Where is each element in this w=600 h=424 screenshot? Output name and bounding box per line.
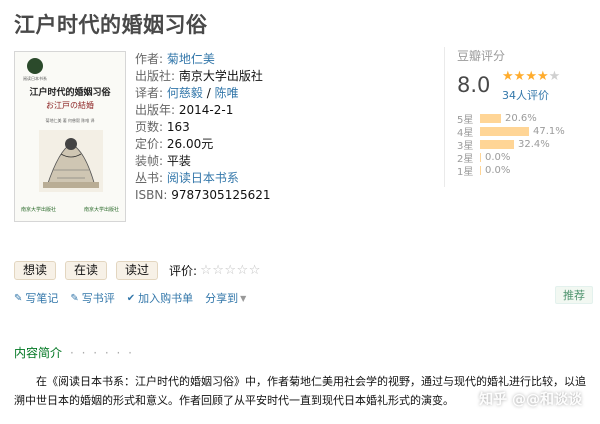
rating-bar-label: 1星	[457, 167, 474, 178]
rating-bar	[480, 114, 501, 123]
info-label: 出版年:	[135, 103, 176, 117]
rating-bar-percent: 32.4%	[518, 139, 550, 150]
intro-section-title: 内容简介 · · · · · ·	[14, 344, 134, 361]
rating-bar	[480, 127, 529, 136]
rating-bar-percent: 0.0%	[485, 152, 511, 163]
rating-stars: ★★★★★	[502, 69, 560, 84]
write-review-label: 写书评	[81, 292, 115, 305]
translator-link-2[interactable]: 陈唯	[215, 86, 239, 100]
rating-header: 豆瓣评分	[457, 49, 506, 63]
share-dropdown[interactable]: 分享到 ▼	[205, 290, 246, 306]
info-label: 出版社:	[135, 69, 176, 83]
recommend-button[interactable]: 推荐	[555, 286, 593, 304]
info-translator-row: 译者: 何慈毅 / 陈唯	[135, 85, 271, 102]
cover-title: 江户时代的婚姻习俗	[29, 88, 111, 98]
rating-bar	[480, 140, 514, 149]
star-filled-icon: ★	[502, 69, 514, 84]
share-label: 分享到	[205, 292, 239, 305]
price-value: 26.00元	[166, 137, 214, 151]
translator-separator: /	[202, 86, 215, 100]
book-cover[interactable]: 阅读日本书系 江户时代的婚姻习俗 お江戸の結婚 菊地仁美 著 何慈毅 陈唯 译 …	[14, 51, 126, 222]
star-empty-icon: ★	[548, 69, 561, 84]
binding-value: 平装	[166, 154, 191, 168]
rating-score: 8.0	[457, 73, 491, 97]
write-review-link[interactable]: ✎ 写书评	[70, 290, 114, 306]
info-publisher-row: 出版社: 南京大学出版社	[135, 68, 271, 85]
rating-bar	[480, 166, 481, 175]
watermark: 知乎 @@和谈谈	[479, 392, 582, 408]
cover-publisher-left: 南京大学出版社	[21, 207, 57, 213]
cover-series-badge: 阅读日本书系	[23, 76, 47, 81]
rating-bar-percent: 20.6%	[505, 113, 537, 124]
cover-authors: 菊地仁美 著 何慈毅 陈唯 译	[45, 118, 95, 123]
info-price-row: 定价: 26.00元	[135, 136, 271, 153]
info-label: 作者:	[135, 52, 164, 66]
reading-status-actions: 想读 在读 读过 评价: ☆☆☆☆☆	[14, 261, 261, 280]
pubdate-value: 2014-2-1	[178, 103, 234, 117]
section-dots: · · · · · ·	[70, 346, 134, 360]
read-button[interactable]: 读过	[116, 261, 159, 280]
cart-icon: ✔	[126, 292, 136, 304]
publisher-value: 南京大学出版社	[178, 69, 263, 83]
info-series-row: 丛书: 阅读日本书系	[135, 170, 271, 187]
want-to-read-button[interactable]: 想读	[14, 261, 57, 280]
info-label: 定价:	[135, 137, 164, 151]
pencil-icon: ✎	[70, 292, 79, 304]
star-filled-icon: ★	[513, 69, 526, 84]
rating-panel: 豆瓣评分 8.0 ★★★★★ 34人评价 5星 20.6% 4星 47.1% 3星 32.…	[444, 47, 600, 187]
write-note-label: 写笔记	[25, 292, 59, 305]
rating-bar-percent: 0.0%	[485, 165, 511, 176]
isbn-value: 9787305125621	[171, 188, 271, 202]
star-filled-icon: ★	[536, 69, 549, 84]
info-pages-row: 页数: 163	[135, 119, 271, 136]
info-label: 丛书:	[135, 171, 164, 185]
ops-bar: ✎ 写笔记 ✎ 写书评 ✔ 加入购书单 分享到 ▼	[14, 290, 258, 306]
info-label: 译者:	[135, 86, 164, 100]
add-cart-label: 加入购书单	[138, 292, 194, 305]
info-binding-row: 装帧: 平装	[135, 153, 271, 170]
pencil-icon: ✎	[14, 292, 23, 304]
pages-value: 163	[166, 120, 190, 134]
info-isbn-row: ISBN: 9787305125621	[135, 187, 271, 204]
star-filled-icon: ★	[525, 69, 537, 84]
rating-count-link[interactable]: 34人评价	[502, 87, 549, 103]
translator-link-1[interactable]: 何慈毅	[167, 86, 203, 100]
author-link[interactable]: 菊地仁美	[167, 52, 215, 66]
rating-bar-percent: 47.1%	[533, 126, 565, 137]
info-label: 页数:	[135, 120, 164, 134]
info-pubdate-row: 出版年: 2014-2-1	[135, 102, 271, 119]
add-to-cart-link[interactable]: ✔ 加入购书单	[127, 290, 193, 306]
info-label: ISBN:	[135, 188, 168, 202]
cover-footer: 南京大学出版社 南京大学出版社	[21, 206, 119, 213]
page-title: 江户时代的婚姻习俗	[14, 13, 208, 37]
chevron-down-icon: ▼	[240, 293, 247, 303]
write-note-link[interactable]: ✎ 写笔记	[14, 290, 58, 306]
info-author-row: 作者: 菊地仁美	[135, 51, 271, 68]
rate-label: 评价:	[169, 264, 198, 278]
book-info: 作者: 菊地仁美 出版社: 南京大学出版社 译者: 何慈毅 / 陈唯 出版年: …	[135, 51, 271, 204]
intro-title: 内容简介	[14, 346, 63, 360]
rating-distribution: 5星 20.6% 4星 47.1% 3星 32.4% 2星 0.0% 1星 0.0%	[457, 112, 565, 178]
series-link[interactable]: 阅读日本书系	[167, 171, 239, 185]
rate-stars-input[interactable]: ☆☆☆☆☆	[200, 263, 261, 278]
series-badge-icon	[27, 58, 43, 74]
reading-button[interactable]: 在读	[65, 261, 108, 280]
cover-illustration-icon	[39, 130, 103, 192]
cover-publisher-right: 南京大学出版社	[83, 207, 119, 213]
rating-bar	[480, 153, 481, 162]
rating-bar-row: 1星 0.0%	[457, 164, 565, 178]
cover-subtitle: お江戸の結婚	[46, 101, 94, 110]
info-label: 装帧:	[135, 154, 164, 168]
